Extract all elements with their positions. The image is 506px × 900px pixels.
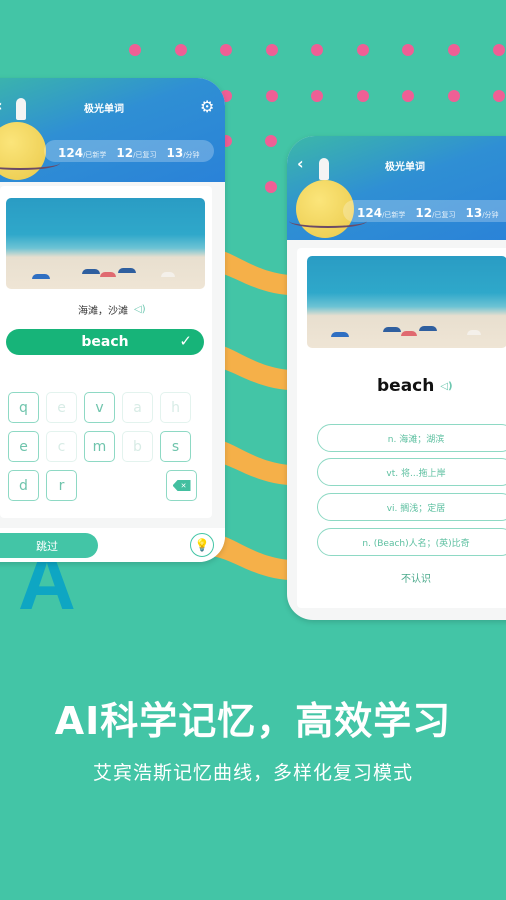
letter-key[interactable]: e bbox=[8, 431, 39, 462]
stats-bar: 124/已新学 12/已复习 13/分钟 bbox=[343, 200, 506, 222]
stat-value: 13 bbox=[166, 145, 184, 160]
stat-value: 124 bbox=[357, 205, 383, 220]
decorative-dot bbox=[447, 90, 460, 102]
decorative-dot bbox=[265, 90, 278, 102]
lightbulb-icon[interactable]: 💡 bbox=[190, 533, 214, 557]
astronaut-illustration bbox=[16, 98, 26, 120]
option-button[interactable]: n. (Beach)人名；(英)比奇 bbox=[317, 528, 506, 556]
letter-key[interactable]: q bbox=[8, 392, 39, 423]
answer-input[interactable]: beach ✓ bbox=[6, 329, 204, 355]
meaning-text: 海滩，沙滩 bbox=[78, 306, 128, 317]
app-header: ‹ 极光单词 124/已新学 12/已复习 13/分钟 bbox=[287, 136, 506, 240]
letter-key[interactable]: e bbox=[46, 392, 77, 423]
decorative-dot bbox=[129, 44, 141, 56]
stats-bar: 124/已新学 12/已复习 13/分钟 bbox=[44, 140, 214, 162]
word-text: beach bbox=[377, 376, 435, 396]
letter-key[interactable]: b bbox=[122, 431, 153, 462]
right-phone-screen: ‹ 极光单词 124/已新学 12/已复习 13/分钟 beach ◁) n. … bbox=[287, 136, 506, 620]
letter-key[interactable]: m bbox=[84, 431, 115, 462]
bottom-bar: 跳过 💡 bbox=[0, 528, 225, 562]
decorative-dot bbox=[265, 44, 278, 56]
stat-value: 124 bbox=[58, 145, 84, 160]
dont-know-button[interactable]: 不认识 bbox=[317, 570, 506, 585]
stat-value: 12 bbox=[415, 205, 433, 220]
stat-value: 12 bbox=[116, 145, 134, 160]
beach-image bbox=[307, 256, 506, 348]
decorative-dot bbox=[265, 135, 277, 147]
quiz-card: beach ◁) n. 海滩；湖滨 vt. 将...拖上岸 vi. 搁浅；定居 … bbox=[297, 248, 506, 608]
decorative-dot bbox=[493, 44, 505, 56]
decorative-dot bbox=[356, 44, 369, 56]
option-button[interactable]: vi. 搁浅；定居 bbox=[317, 493, 506, 521]
decorative-dot bbox=[402, 44, 414, 56]
decorative-dot bbox=[174, 44, 187, 56]
word-meaning: 海滩，沙滩 ◁) bbox=[78, 302, 146, 317]
option-button[interactable]: vt. 将...拖上岸 bbox=[317, 458, 506, 486]
stat-value: 13 bbox=[465, 205, 483, 220]
word-display: beach ◁) bbox=[377, 376, 453, 396]
headline: AI科学记忆，高效学习 bbox=[54, 699, 452, 743]
option-button[interactable]: n. 海滩；湖滨 bbox=[317, 424, 506, 452]
quiz-card: 海滩，沙滩 ◁) beach ✓ qevahecmbsdr ✕ bbox=[0, 186, 212, 518]
app-header: ‹ 极光单词 ⚙ 124/已新学 12/已复习 13/分钟 bbox=[0, 78, 225, 182]
speaker-icon[interactable]: ◁) bbox=[440, 381, 452, 392]
decorative-dot bbox=[220, 44, 232, 56]
decorative-dot bbox=[447, 44, 460, 56]
beach-image bbox=[6, 198, 205, 289]
delete-key[interactable]: ✕ bbox=[166, 470, 197, 501]
stat-label: /分钟 bbox=[183, 150, 200, 159]
decorative-dot bbox=[493, 90, 505, 102]
decorative-dot bbox=[402, 90, 414, 102]
stat-label: /已复习 bbox=[133, 150, 157, 159]
letter-key[interactable]: h bbox=[160, 392, 191, 423]
subheadline: 艾宾浩斯记忆曲线，多样化复习模式 bbox=[92, 762, 413, 784]
left-phone-screen: ‹ 极光单词 ⚙ 124/已新学 12/已复习 13/分钟 海滩，沙滩 ◁) b… bbox=[0, 78, 225, 562]
planet-illustration bbox=[0, 122, 46, 180]
stat-label: /已新学 bbox=[382, 210, 406, 219]
letter-key[interactable]: c bbox=[46, 431, 77, 462]
app-title: 极光单词 bbox=[385, 162, 425, 173]
chevron-left-icon[interactable]: ‹ bbox=[297, 154, 304, 173]
decorative-dot bbox=[311, 90, 323, 102]
check-icon: ✓ bbox=[179, 332, 192, 350]
astronaut-illustration bbox=[319, 158, 329, 180]
app-title: 极光单词 bbox=[84, 104, 124, 115]
stat-label: /已复习 bbox=[432, 210, 456, 219]
answer-text: beach bbox=[81, 334, 129, 350]
chevron-left-icon[interactable]: ‹ bbox=[0, 96, 3, 115]
letter-key[interactable]: s bbox=[160, 431, 191, 462]
stat-label: /分钟 bbox=[482, 210, 499, 219]
letter-key[interactable]: r bbox=[46, 470, 77, 501]
stat-label: /已新学 bbox=[83, 150, 107, 159]
letter-key[interactable]: d bbox=[8, 470, 39, 501]
decorative-dot bbox=[356, 90, 369, 102]
speaker-icon[interactable]: ◁) bbox=[134, 304, 146, 315]
gear-icon[interactable]: ⚙ bbox=[200, 97, 214, 116]
letter-key[interactable]: v bbox=[84, 392, 115, 423]
backspace-icon: ✕ bbox=[172, 480, 191, 491]
skip-button[interactable]: 跳过 bbox=[0, 533, 98, 558]
decorative-dot bbox=[311, 44, 323, 56]
decorative-dot bbox=[265, 181, 277, 193]
letter-key[interactable]: a bbox=[122, 392, 153, 423]
